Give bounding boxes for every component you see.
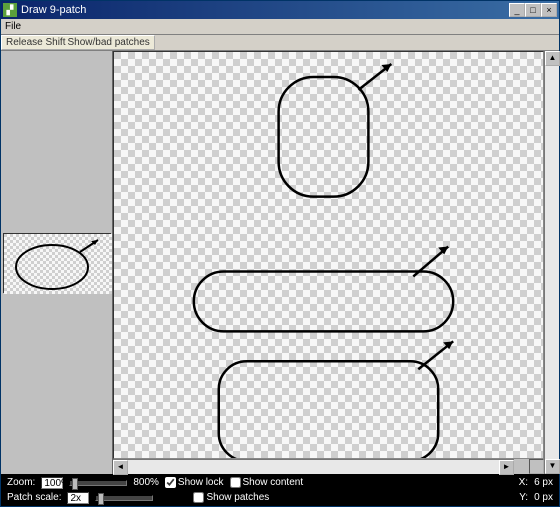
toolbar: Release Shift Show/bad patches [1,35,559,51]
scrollbar-vertical[interactable]: ▲ ▼ [544,51,559,474]
scroll-down-icon[interactable]: ▼ [545,459,560,474]
patch-scale-label: Patch scale: [7,492,61,503]
minimize-button[interactable]: _ [509,3,525,17]
app-window: ▞ Draw 9-patch _ □ × File Release Shift … [0,0,560,507]
show-lock-checkbox[interactable]: Show lock [165,477,224,488]
menu-file[interactable]: File [5,21,21,32]
canvas[interactable] [113,51,544,459]
close-button[interactable]: × [541,3,557,17]
patch-scale-slider[interactable] [95,495,153,501]
y-coord-value: 0 px [534,492,553,503]
show-patches-checkbox[interactable]: Show patches [193,492,269,503]
zoom-label: Zoom: [7,477,35,488]
scroll-left-icon[interactable]: ◄ [113,460,128,475]
scrollbar-horizontal[interactable]: ◄ ► [113,459,514,474]
side-panel [1,51,113,474]
show-bad-patches-label[interactable]: Show/bad patches [67,37,149,48]
show-content-checkbox[interactable]: Show content [230,477,304,488]
toolbox: Release Shift Show/bad patches [1,35,155,50]
scroll-corner [529,459,544,474]
scroll-up-icon[interactable]: ▲ [545,51,560,66]
app-icon: ▞ [3,3,17,17]
x-coord-label: X: [519,477,528,488]
release-shift-label[interactable]: Release Shift [6,37,65,48]
maximize-button[interactable]: □ [525,3,541,17]
workarea: ◄ ► ▲ ▼ [1,51,559,474]
patch-scale-value[interactable]: 2x [67,492,89,504]
scroll-right-icon[interactable]: ► [499,460,514,475]
zoom-max: 800% [133,477,159,488]
statusbar: Zoom: 100% 800% Show lock Show content X… [1,474,559,506]
thumbnail[interactable] [3,233,111,293]
canvas-area: ◄ ► ▲ ▼ [113,51,559,474]
x-coord-value: 6 px [534,477,553,488]
y-coord-label: Y: [519,492,528,503]
window-title: Draw 9-patch [21,4,509,16]
zoom-slider[interactable] [69,480,127,486]
titlebar[interactable]: ▞ Draw 9-patch _ □ × [1,1,559,19]
menubar: File [1,19,559,35]
zoom-value[interactable]: 100% [41,477,63,489]
